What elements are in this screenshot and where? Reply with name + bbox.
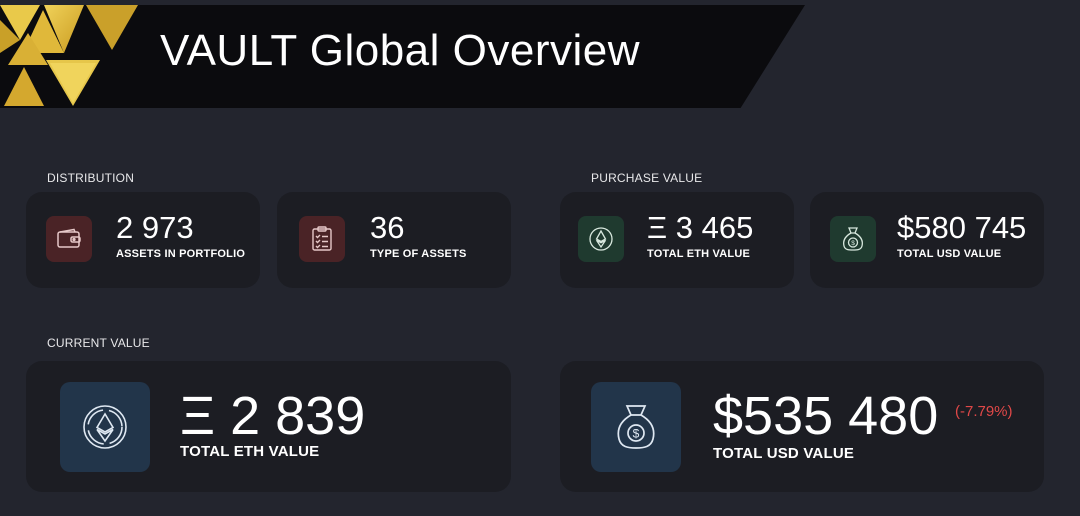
- money-bag-icon: $: [591, 382, 681, 472]
- purchase-eth-value: Ξ 3 465: [647, 210, 754, 245]
- purchase-usd-value: $580 745: [897, 210, 1027, 245]
- current-eth-label: TOTAL ETH VALUE: [180, 443, 320, 460]
- vault-logo: [0, 5, 138, 106]
- checklist-icon: [299, 216, 345, 262]
- purchase-usd-label: TOTAL USD VALUE: [897, 248, 1002, 260]
- ethereum-icon: [578, 216, 624, 262]
- current-eth-card: Ξ 2 839 TOTAL ETH VALUE: [26, 361, 511, 492]
- assets-value: 2 973: [116, 210, 194, 245]
- assets-card: 2 973 ASSETS IN PORTFOLIO: [26, 192, 260, 288]
- types-value: 36: [370, 210, 405, 245]
- wallet-icon: [46, 216, 92, 262]
- distribution-section-label: DISTRIBUTION: [47, 171, 135, 185]
- purchase-usd-card: $ $580 745 TOTAL USD VALUE: [810, 192, 1044, 288]
- page-title: VAULT Global Overview: [160, 26, 640, 75]
- types-label: TYPE OF ASSETS: [370, 248, 467, 260]
- current-eth-value: Ξ 2 839: [180, 386, 366, 446]
- purchase-eth-label: TOTAL ETH VALUE: [647, 248, 751, 260]
- types-card: 36 TYPE OF ASSETS: [277, 192, 511, 288]
- money-bag-icon: $: [830, 216, 876, 262]
- current-usd-change: (-7.79%): [955, 403, 1013, 420]
- ethereum-icon: [60, 382, 150, 472]
- current-usd-value: $535 480: [713, 386, 939, 446]
- current-usd-card: $ $535 480 (-7.79%) TOTAL USD VALUE: [560, 361, 1044, 492]
- current-usd-label: TOTAL USD VALUE: [713, 445, 855, 462]
- purchase-section-label: PURCHASE VALUE: [591, 171, 703, 185]
- svg-text:$: $: [851, 240, 855, 247]
- purchase-eth-card: Ξ 3 465 TOTAL ETH VALUE: [560, 192, 794, 288]
- svg-text:$: $: [633, 427, 640, 441]
- current-section-label: CURRENT VALUE: [47, 336, 150, 350]
- assets-label: ASSETS IN PORTFOLIO: [116, 248, 246, 260]
